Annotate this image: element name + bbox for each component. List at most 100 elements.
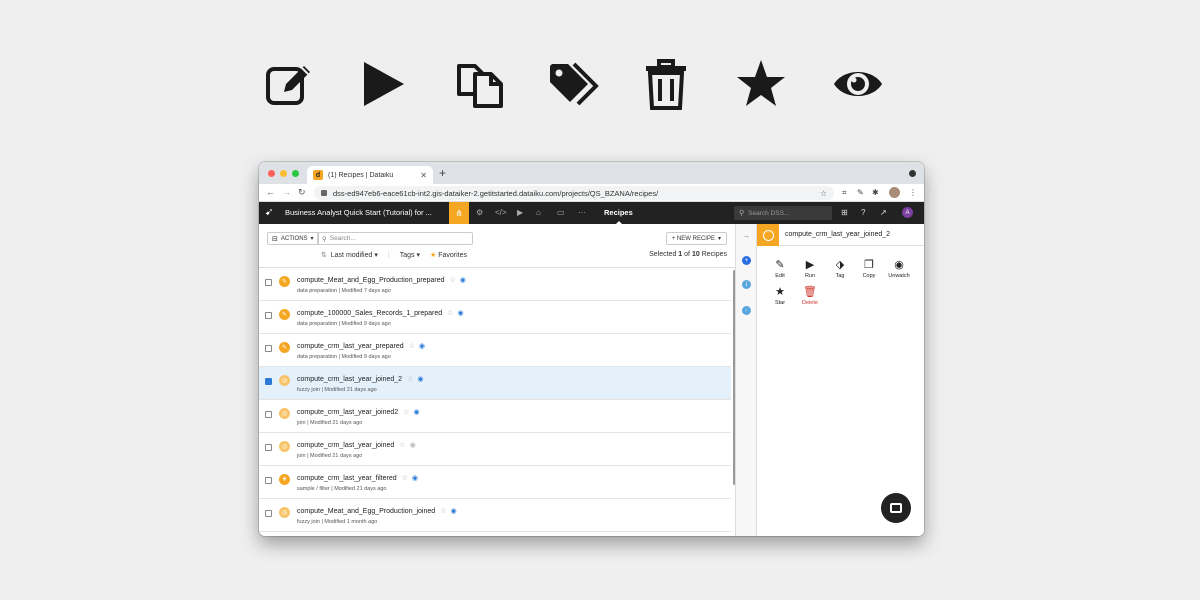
address-bar[interactable]: dss-ed947eb6-eace61cb-int2.gis-dataiker-… — [314, 186, 834, 200]
minimize-window-button[interactable] — [280, 170, 287, 177]
discussions-icon[interactable]: ◦ — [742, 306, 751, 315]
code-icon[interactable]: </> — [495, 208, 507, 217]
star-outline-icon[interactable]: ☆ — [409, 343, 415, 350]
dataiku-bird-logo[interactable]: ➹ — [265, 207, 273, 218]
recipe-name[interactable]: compute_Meat_and_Egg_Production_prepared — [297, 277, 445, 284]
recipe-name-line[interactable]: compute_crm_last_year_joined ☆ ◉ — [297, 441, 416, 449]
recipe-name-line[interactable]: compute_crm_last_year_joined2 ☆ ◉ — [297, 408, 420, 416]
table-row[interactable]: ✎ compute_crm_last_year_prepared ☆ ◉ data … — [259, 334, 731, 367]
favorites-filter[interactable]: ★ Favorites — [430, 251, 467, 259]
recipe-name[interactable]: compute_crm_last_year_prepared — [297, 343, 404, 350]
row-checkbox[interactable] — [265, 345, 272, 352]
help-icon[interactable]: ? — [861, 208, 865, 217]
edit-action-button[interactable]: ✎ Edit — [765, 258, 795, 279]
star-outline-icon[interactable]: ☆ — [440, 508, 446, 515]
star-outline-icon[interactable]: ☆ — [450, 277, 456, 284]
trends-icon[interactable]: ↗ — [880, 208, 887, 217]
close-window-button[interactable] — [268, 170, 275, 177]
tab-close-icon[interactable]: ✕ — [420, 171, 427, 180]
eye-icon[interactable]: ◉ — [457, 310, 463, 317]
row-checkbox-checked[interactable] — [265, 378, 272, 385]
chat-support-button[interactable] — [881, 493, 911, 523]
star-outline-icon[interactable]: ☆ — [402, 475, 408, 482]
eye-icon[interactable]: ◉ — [413, 409, 419, 416]
star-outline-icon[interactable]: ☆ — [403, 409, 409, 416]
row-checkbox[interactable] — [265, 279, 272, 286]
delete-action-button[interactable]: 🗑 Delete — [795, 285, 825, 306]
eye-icon[interactable]: ◉ — [410, 442, 416, 449]
recipes-search-input[interactable]: ⚲ Search... — [317, 232, 473, 245]
recipe-name[interactable]: compute_crm_last_year_joined — [297, 442, 394, 449]
run-action-button[interactable]: ▶ Run — [795, 258, 825, 279]
info-icon[interactable]: i — [742, 280, 751, 289]
eye-icon[interactable]: ◉ — [460, 277, 466, 284]
star-action-button[interactable]: ★ Star — [765, 285, 795, 306]
recipe-name[interactable]: compute_crm_last_year_joined_2 — [297, 376, 402, 383]
user-avatar[interactable]: A — [902, 207, 913, 218]
star-outline-icon[interactable]: ☆ — [407, 376, 413, 383]
row-checkbox[interactable] — [265, 312, 272, 319]
row-checkbox[interactable] — [265, 411, 272, 418]
eye-icon[interactable]: ◉ — [417, 376, 423, 383]
dss-search[interactable]: ⚲ Search DSS... — [734, 206, 832, 220]
recipe-name[interactable]: compute_Meat_and_Egg_Production_joined — [297, 508, 435, 515]
screenshot-extension-icon[interactable]: ⌗ — [842, 188, 847, 198]
star-label: Star — [774, 300, 786, 306]
maximize-window-button[interactable] — [292, 170, 299, 177]
copy-action-button[interactable]: ❐ Copy — [854, 258, 884, 279]
table-row[interactable]: ◎ compute_Meat_and_Egg_Production_joined… — [259, 499, 731, 532]
table-row[interactable]: ◎ compute_crm_last_year_joined ☆ ◉ join | … — [259, 433, 731, 466]
tags-dropdown[interactable]: Tags ▾ — [400, 251, 420, 259]
deploy-icon[interactable]: ⌂ — [536, 208, 541, 217]
row-checkbox[interactable] — [265, 510, 272, 517]
recipe-name[interactable]: compute_crm_last_year_filtered — [297, 475, 397, 482]
add-icon[interactable]: + — [742, 256, 751, 265]
eye-icon[interactable]: ◉ — [450, 508, 456, 515]
new-recipe-button[interactable]: + NEW RECIPE ▾ — [665, 232, 727, 245]
table-row[interactable]: ✎ compute_100000_Sales_Records_1_prepare… — [259, 301, 731, 334]
dashboard-icon[interactable]: ▭ — [557, 208, 565, 217]
profile-avatar[interactable] — [889, 187, 900, 198]
table-row-selected[interactable]: ◎ compute_crm_last_year_joined_2 ☆ ◉ fuzzy… — [259, 367, 731, 400]
table-row[interactable]: ✎ compute_Meat_and_Egg_Production_prepar… — [259, 268, 731, 301]
row-checkbox[interactable] — [265, 477, 272, 484]
new-tab-button[interactable]: + — [439, 167, 446, 179]
table-row[interactable]: ▼ compute_crm_last_year_filtered ☆ ◉ sampl… — [259, 466, 731, 499]
unwatch-action-button[interactable]: ◉ Unwatch — [884, 258, 914, 279]
project-name[interactable]: Business Analyst Quick Start (Tutorial) … — [285, 208, 432, 217]
forward-icon[interactable]: → — [282, 187, 291, 197]
recipe-name-line[interactable]: compute_100000_Sales_Records_1_prepared ☆… — [297, 309, 464, 317]
recipe-name[interactable]: compute_crm_last_year_joined2 — [297, 409, 398, 416]
flow-icon[interactable]: ⋔ — [449, 202, 469, 224]
browser-menu-icon[interactable]: ⋮ — [909, 188, 917, 197]
eye-icon[interactable]: ◉ — [419, 343, 425, 350]
table-row[interactable]: ◎ compute_crm_last_year_joined2 ☆ ◉ join |… — [259, 400, 731, 433]
recipe-name-line[interactable]: compute_crm_last_year_joined_2 ☆ ◉ — [297, 375, 423, 383]
browser-tab[interactable]: d (1) Recipes | Dataiku ✕ — [307, 166, 433, 184]
actions-dropdown-button[interactable]: ⊟ ACTIONS ▾ — [267, 232, 319, 245]
recipe-name-line[interactable]: compute_crm_last_year_filtered ☆ ◉ — [297, 474, 418, 482]
more-icon[interactable]: ··· — [578, 208, 586, 217]
reload-icon[interactable]: ↻ — [298, 187, 306, 198]
sort-dropdown[interactable]: ⇅ Last modified ▾ — [321, 251, 378, 259]
collapse-arrow-icon[interactable]: → — [742, 231, 750, 240]
star-outline-icon[interactable]: ☆ — [399, 442, 405, 449]
recipe-name[interactable]: compute_100000_Sales_Records_1_prepared — [297, 310, 442, 317]
tag-action-button[interactable]: ⬗ Tag — [825, 258, 855, 279]
recipe-name-line[interactable]: compute_Meat_and_Egg_Production_prepared… — [297, 276, 466, 284]
star-outline-icon[interactable]: ☆ — [447, 310, 453, 317]
tab-search-icon[interactable] — [909, 170, 916, 177]
lab-icon[interactable]: ⚙ — [476, 208, 483, 217]
back-icon[interactable]: ← — [266, 187, 275, 197]
recipe-name-line[interactable]: compute_Meat_and_Egg_Production_joined ☆ ◉ — [297, 507, 457, 515]
row-checkbox[interactable] — [265, 444, 272, 451]
extension-icon[interactable]: ✎ — [857, 188, 864, 197]
jobs-play-icon[interactable]: ▶ — [517, 208, 523, 217]
recipes-nav-label[interactable]: Recipes — [604, 208, 633, 217]
recipe-name-line[interactable]: compute_crm_last_year_prepared ☆ ◉ — [297, 342, 425, 350]
apps-grid-icon[interactable]: ⊞ — [841, 208, 848, 217]
bookmark-star-icon[interactable]: ☆ — [820, 189, 827, 198]
star-icon — [733, 56, 789, 112]
eye-icon[interactable]: ◉ — [412, 475, 418, 482]
puzzle-extensions-icon[interactable]: ✱ — [872, 188, 879, 197]
